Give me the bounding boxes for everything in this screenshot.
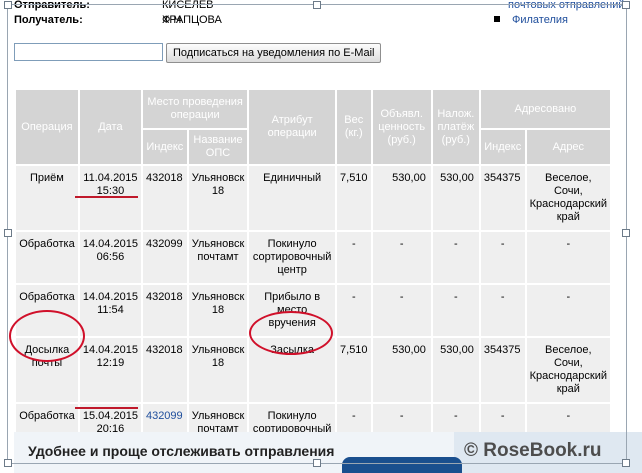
resize-handle[interactable] xyxy=(313,1,321,9)
resize-handle[interactable] xyxy=(313,459,321,467)
resize-handle[interactable] xyxy=(4,229,12,237)
resize-handle[interactable] xyxy=(4,1,12,9)
resize-handle[interactable] xyxy=(622,229,630,237)
resize-handle[interactable] xyxy=(622,1,630,9)
resize-handle[interactable] xyxy=(622,459,630,467)
screenshot: Отправитель: КИСЕЛЕВ Ф Н Получатель: ХРАПЦ… xyxy=(0,0,642,473)
selection-frame xyxy=(7,4,627,464)
resize-handle[interactable] xyxy=(4,459,12,467)
